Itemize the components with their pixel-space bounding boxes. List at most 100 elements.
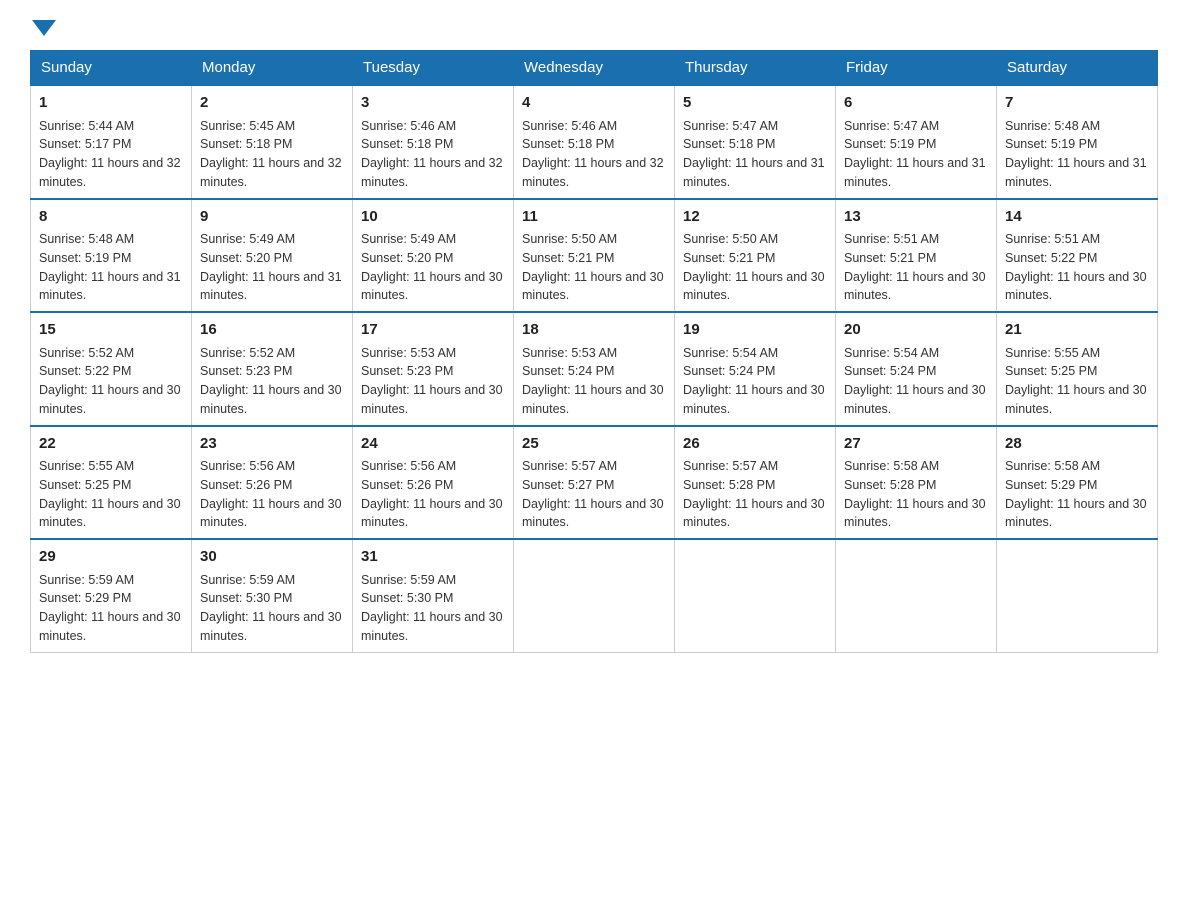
sunrise-text: Sunrise: 5:59 AM <box>200 573 295 587</box>
day-number: 10 <box>361 206 505 229</box>
day-number: 14 <box>1005 206 1149 229</box>
calendar-cell: 7Sunrise: 5:48 AMSunset: 5:19 PMDaylight… <box>997 85 1158 199</box>
sunrise-text: Sunrise: 5:52 AM <box>200 346 295 360</box>
calendar-cell: 21Sunrise: 5:55 AMSunset: 5:25 PMDayligh… <box>997 312 1158 426</box>
sunrise-text: Sunrise: 5:47 AM <box>844 119 939 133</box>
sunrise-text: Sunrise: 5:44 AM <box>39 119 134 133</box>
daylight-text: Daylight: 11 hours and 30 minutes. <box>39 383 181 416</box>
sunset-text: Sunset: 5:18 PM <box>361 137 453 151</box>
sunset-text: Sunset: 5:21 PM <box>522 251 614 265</box>
sunrise-text: Sunrise: 5:48 AM <box>1005 119 1100 133</box>
sunset-text: Sunset: 5:29 PM <box>39 591 131 605</box>
sunset-text: Sunset: 5:24 PM <box>522 364 614 378</box>
calendar-cell: 4Sunrise: 5:46 AMSunset: 5:18 PMDaylight… <box>514 85 675 199</box>
sunset-text: Sunset: 5:23 PM <box>200 364 292 378</box>
daylight-text: Daylight: 11 hours and 30 minutes. <box>522 270 664 303</box>
sunrise-text: Sunrise: 5:46 AM <box>522 119 617 133</box>
day-number: 27 <box>844 433 988 456</box>
calendar-cell: 14Sunrise: 5:51 AMSunset: 5:22 PMDayligh… <box>997 199 1158 313</box>
sunrise-text: Sunrise: 5:55 AM <box>39 459 134 473</box>
sunrise-text: Sunrise: 5:54 AM <box>683 346 778 360</box>
sunrise-text: Sunrise: 5:55 AM <box>1005 346 1100 360</box>
sunrise-text: Sunrise: 5:57 AM <box>522 459 617 473</box>
calendar-cell: 8Sunrise: 5:48 AMSunset: 5:19 PMDaylight… <box>31 199 192 313</box>
calendar-header-thursday: Thursday <box>675 51 836 86</box>
calendar-cell: 9Sunrise: 5:49 AMSunset: 5:20 PMDaylight… <box>192 199 353 313</box>
day-number: 3 <box>361 92 505 115</box>
day-number: 4 <box>522 92 666 115</box>
calendar-cell: 12Sunrise: 5:50 AMSunset: 5:21 PMDayligh… <box>675 199 836 313</box>
calendar-cell: 16 Sunrise: 5:52 AM Sunset: 5:23 PM Dayligh… <box>192 312 353 426</box>
sunset-text: Sunset: 5:19 PM <box>39 251 131 265</box>
calendar-week-row: 1Sunrise: 5:44 AMSunset: 5:17 PMDaylight… <box>31 85 1158 199</box>
logo-blue-text <box>30 20 56 34</box>
calendar-header-friday: Friday <box>836 51 997 86</box>
calendar-cell: 6Sunrise: 5:47 AMSunset: 5:19 PMDaylight… <box>836 85 997 199</box>
calendar-cell: 19Sunrise: 5:54 AMSunset: 5:24 PMDayligh… <box>675 312 836 426</box>
sunset-text: Sunset: 5:18 PM <box>683 137 775 151</box>
sunset-text: Sunset: 5:26 PM <box>200 478 292 492</box>
day-number: 31 <box>361 546 505 569</box>
calendar-cell: 31Sunrise: 5:59 AMSunset: 5:30 PMDayligh… <box>353 539 514 652</box>
sunset-text: Sunset: 5:19 PM <box>1005 137 1097 151</box>
calendar-cell: 13Sunrise: 5:51 AMSunset: 5:21 PMDayligh… <box>836 199 997 313</box>
calendar-cell: 30Sunrise: 5:59 AMSunset: 5:30 PMDayligh… <box>192 539 353 652</box>
daylight-text: Daylight: 11 hours and 32 minutes. <box>522 156 664 189</box>
calendar-cell: 18Sunrise: 5:53 AMSunset: 5:24 PMDayligh… <box>514 312 675 426</box>
calendar-cell: 5Sunrise: 5:47 AMSunset: 5:18 PMDaylight… <box>675 85 836 199</box>
day-number: 28 <box>1005 433 1149 456</box>
day-number: 24 <box>361 433 505 456</box>
daylight-text: Daylight: 11 hours and 30 minutes. <box>1005 497 1147 530</box>
sunrise-text: Sunrise: 5:56 AM <box>200 459 295 473</box>
sunrise-text: Sunrise: 5:49 AM <box>200 232 295 246</box>
day-number: 7 <box>1005 92 1149 115</box>
day-number: 15 <box>39 319 183 342</box>
calendar-cell: 28 Sunrise: 5:58 AM Sunset: 5:29 PM Dayligh… <box>997 426 1158 540</box>
sunrise-text: Sunrise: 5:45 AM <box>200 119 295 133</box>
daylight-text: Daylight: 11 hours and 30 minutes. <box>844 383 986 416</box>
sunrise-text: Sunrise: 5:51 AM <box>1005 232 1100 246</box>
calendar-cell: 17Sunrise: 5:53 AMSunset: 5:23 PMDayligh… <box>353 312 514 426</box>
day-number: 13 <box>844 206 988 229</box>
daylight-text: Daylight: 11 hours and 30 minutes. <box>200 610 342 643</box>
sunset-text: Sunset: 5:20 PM <box>200 251 292 265</box>
sunrise-text: Sunrise: 5:53 AM <box>522 346 617 360</box>
day-number: 8 <box>39 206 183 229</box>
calendar-cell <box>514 539 675 652</box>
calendar-week-row: 22Sunrise: 5:55 AMSunset: 5:25 PMDayligh… <box>31 426 1158 540</box>
calendar-cell: 26Sunrise: 5:57 AMSunset: 5:28 PMDayligh… <box>675 426 836 540</box>
calendar-cell: 10Sunrise: 5:49 AMSunset: 5:20 PMDayligh… <box>353 199 514 313</box>
daylight-text: Daylight: 11 hours and 30 minutes. <box>39 610 181 643</box>
daylight-text: Daylight: 11 hours and 32 minutes. <box>39 156 181 189</box>
day-number: 21 <box>1005 319 1149 342</box>
sunset-text: Sunset: 5:24 PM <box>683 364 775 378</box>
day-number: 23 <box>200 433 344 456</box>
day-number: 6 <box>844 92 988 115</box>
calendar-cell: 24Sunrise: 5:56 AMSunset: 5:26 PMDayligh… <box>353 426 514 540</box>
calendar-cell: 22Sunrise: 5:55 AMSunset: 5:25 PMDayligh… <box>31 426 192 540</box>
daylight-text: Daylight: 11 hours and 30 minutes. <box>200 383 342 416</box>
calendar-week-row: 29Sunrise: 5:59 AMSunset: 5:29 PMDayligh… <box>31 539 1158 652</box>
daylight-text: Daylight: 11 hours and 30 minutes. <box>522 497 664 530</box>
sunset-text: Sunset: 5:26 PM <box>361 478 453 492</box>
day-number: 20 <box>844 319 988 342</box>
sunrise-text: Sunrise: 5:54 AM <box>844 346 939 360</box>
sunset-text: Sunset: 5:24 PM <box>844 364 936 378</box>
day-number: 1 <box>39 92 183 115</box>
sunset-text: Sunset: 5:23 PM <box>361 364 453 378</box>
day-number: 16 <box>200 319 344 342</box>
sunset-text: Sunset: 5:30 PM <box>200 591 292 605</box>
logo-triangle-icon <box>32 20 56 36</box>
sunrise-text: Sunrise: 5:52 AM <box>39 346 134 360</box>
sunrise-text: Sunrise: 5:57 AM <box>683 459 778 473</box>
sunrise-text: Sunrise: 5:49 AM <box>361 232 456 246</box>
sunrise-text: Sunrise: 5:58 AM <box>1005 459 1100 473</box>
sunrise-text: Sunrise: 5:59 AM <box>361 573 456 587</box>
sunset-text: Sunset: 5:28 PM <box>844 478 936 492</box>
page-header <box>30 20 1158 34</box>
day-number: 11 <box>522 206 666 229</box>
sunset-text: Sunset: 5:29 PM <box>1005 478 1097 492</box>
calendar-cell: 27Sunrise: 5:58 AMSunset: 5:28 PMDayligh… <box>836 426 997 540</box>
daylight-text: Daylight: 11 hours and 30 minutes. <box>844 497 986 530</box>
day-number: 9 <box>200 206 344 229</box>
